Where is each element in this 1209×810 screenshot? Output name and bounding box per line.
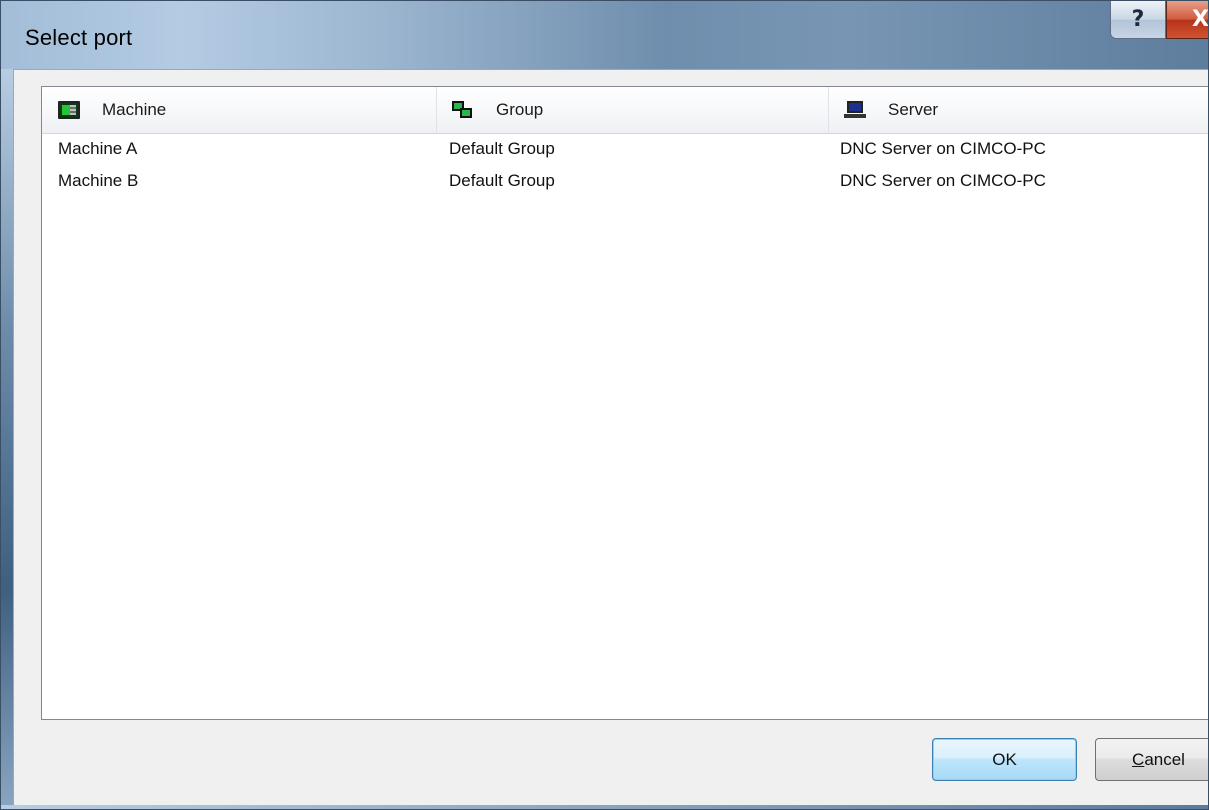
list-rows: Machine A Default Group DNC Server on CI… bbox=[42, 135, 1208, 199]
cell-server: DNC Server on CIMCO-PC bbox=[840, 171, 1046, 190]
title-bar[interactable]: Select port ? X bbox=[1, 1, 1209, 69]
dialog-window: Select port ? X Machine Group Server Mac… bbox=[0, 0, 1209, 810]
cell-machine: Machine A bbox=[58, 139, 138, 158]
cancel-mnemonic: C bbox=[1132, 749, 1145, 769]
caption-buttons: ? X bbox=[1110, 1, 1209, 41]
cancel-label-rest: ancel bbox=[1144, 749, 1185, 769]
ok-button[interactable]: OK bbox=[932, 738, 1077, 781]
list-row-machine-a[interactable]: Machine A Default Group DNC Server on CI… bbox=[42, 135, 1208, 167]
close-button[interactable]: X bbox=[1166, 1, 1209, 39]
column-label-server: Server bbox=[888, 100, 939, 119]
cell-group: Default Group bbox=[449, 171, 555, 190]
column-label-machine: Machine bbox=[102, 100, 167, 119]
column-header-machine[interactable]: Machine bbox=[42, 87, 437, 133]
cancel-button[interactable]: Cancel bbox=[1095, 738, 1208, 781]
list-row-machine-b[interactable]: Machine B Default Group DNC Server on CI… bbox=[42, 167, 1208, 199]
cell-machine: Machine B bbox=[58, 171, 139, 190]
cancel-button-label: Cancel bbox=[1132, 750, 1185, 770]
server-icon bbox=[844, 101, 866, 119]
window-frame-bottom bbox=[1, 805, 1208, 809]
column-header-server[interactable]: Server bbox=[829, 87, 1208, 133]
window-frame-left bbox=[1, 69, 13, 809]
close-icon: X bbox=[1192, 7, 1209, 32]
cell-server: DNC Server on CIMCO-PC bbox=[840, 139, 1046, 158]
ok-button-label: OK bbox=[992, 749, 1017, 769]
help-button[interactable]: ? bbox=[1110, 1, 1166, 39]
column-header-group[interactable]: Group bbox=[437, 87, 829, 133]
column-label-group: Group bbox=[496, 100, 544, 119]
group-icon bbox=[452, 101, 474, 119]
window-title: Select port bbox=[25, 25, 133, 50]
cell-group: Default Group bbox=[449, 139, 555, 158]
help-icon: ? bbox=[1131, 7, 1145, 32]
machine-icon bbox=[58, 101, 80, 119]
list-header: Machine Group Server bbox=[42, 87, 1208, 134]
port-list[interactable]: Machine Group Server Machine A Default G… bbox=[41, 86, 1208, 720]
dialog-client-area: Machine Group Server Machine A Default G… bbox=[13, 69, 1208, 805]
